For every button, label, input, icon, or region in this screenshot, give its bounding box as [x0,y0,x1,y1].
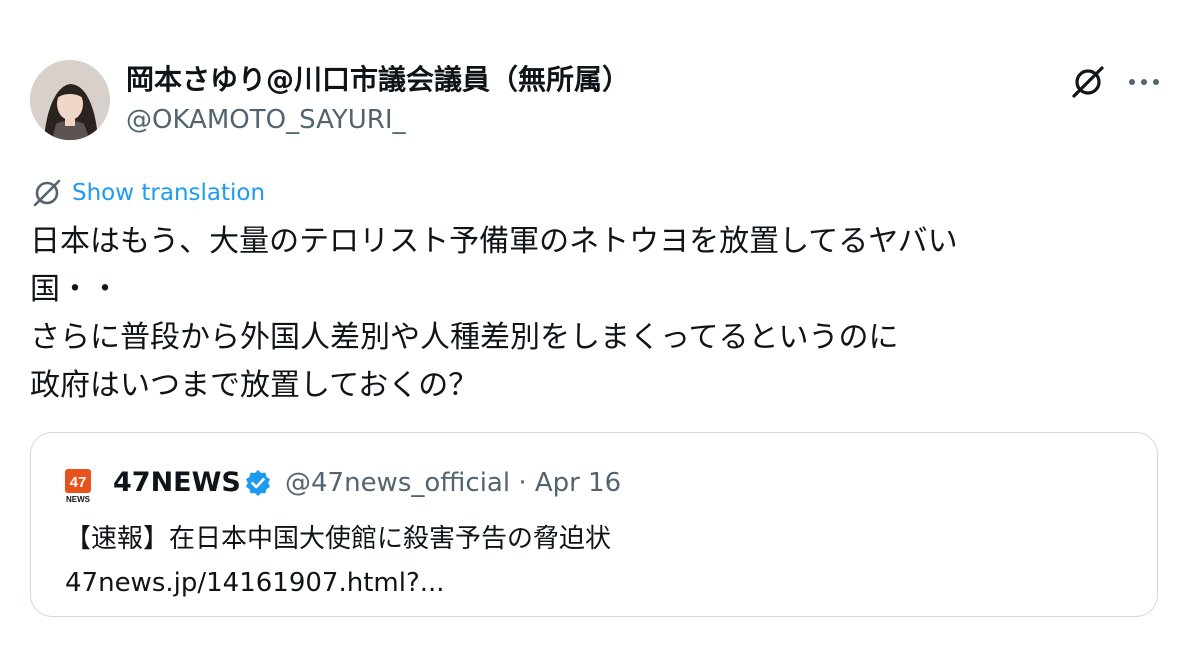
tweet-text-line: 日本はもう、大量のテロリスト予備軍のネトウヨを放置してるヤバい [30,224,958,259]
verified-badge-icon [246,470,270,496]
author-avatar[interactable] [30,60,110,140]
more-button[interactable] [1122,60,1166,104]
tweet: 岡本さゆり@川口市議会議員（無所属） @OKAMOTO_SAYURI_ Show… [0,0,1188,662]
author-handle[interactable]: @OKAMOTO_SAYURI_ [126,103,406,137]
quoted-tweet-card[interactable]: 47 NEWS 47NEWS @47news_official · Apr 16… [30,432,1158,617]
logo-number: 47 [70,474,87,491]
translate-icon [33,179,61,207]
author-name[interactable]: 岡本さゆり@川口市議会議員（無所属） [126,62,630,98]
quoted-link[interactable]: 47news.jp/14161907.html?... [65,561,611,605]
more-dots-icon [1129,79,1159,85]
quoted-headline: 【速報】在日本中国大使館に殺害予告の脅迫状 [65,524,612,554]
tweet-text-line: 国・・ [30,272,120,307]
profile-photo-icon [30,60,110,140]
grok-button[interactable] [1066,60,1110,104]
quoted-author-name: 47NEWS [113,467,241,498]
show-translation-label: Show translation [72,180,266,206]
quoted-handle-date: @47news_official · Apr 16 [285,468,622,498]
tweet-text: 日本はもう、大量のテロリスト予備軍のネトウヨを放置してるヤバい 国・・ さらに普… [30,218,1140,410]
grok-icon [1072,66,1104,98]
tweet-text-line: さらに普段から外国人差別や人種差別をしまくってるというのに [30,320,899,355]
47news-logo-icon: 47 NEWS [65,469,91,503]
quoted-tweet-text: 【速報】在日本中国大使館に殺害予告の脅迫状 47news.jp/14161907… [65,517,611,605]
show-translation-link[interactable]: Show translation [30,176,265,210]
logo-sub: NEWS [66,495,91,503]
tweet-text-line: 政府はいつまで放置しておくの？ [30,368,479,403]
